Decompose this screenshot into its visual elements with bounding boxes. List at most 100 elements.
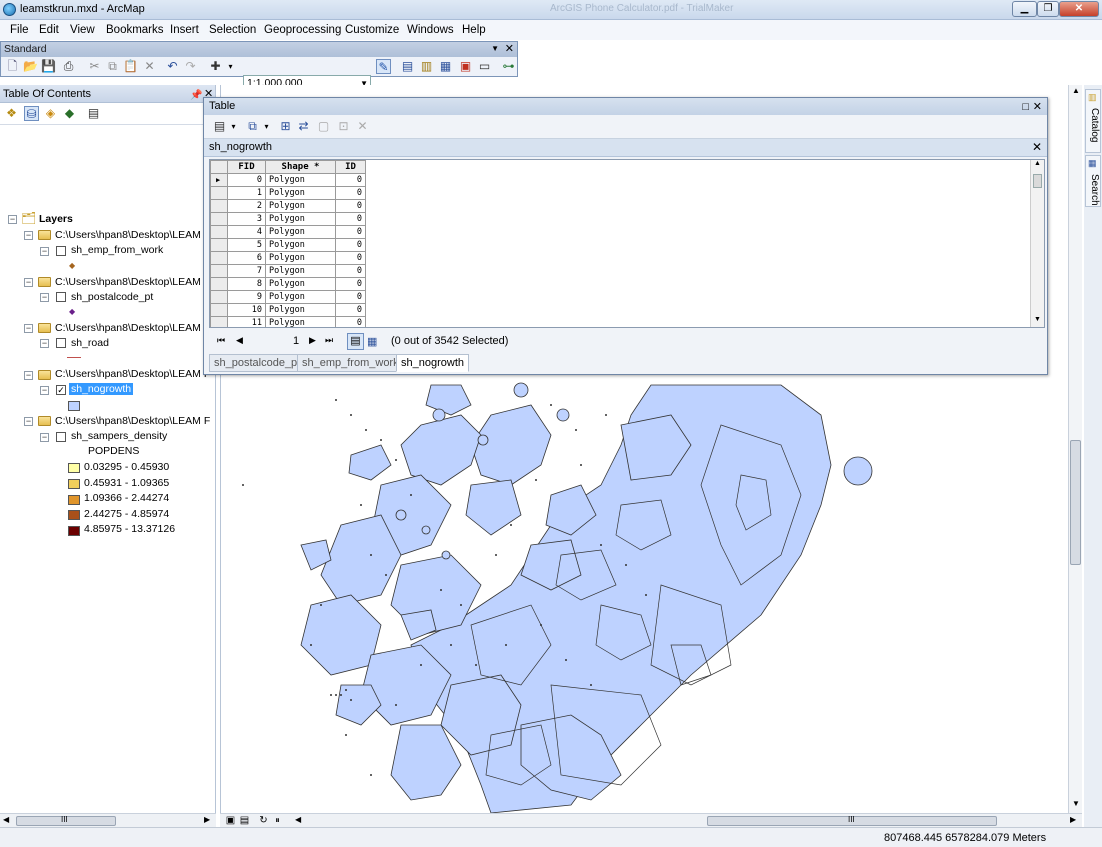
add-data-dropdown-icon[interactable]: ▾ xyxy=(223,59,238,74)
related-tables-icon[interactable]: ⧉ xyxy=(245,119,260,134)
python-window-icon[interactable]: ▭ xyxy=(477,59,492,74)
id-cell[interactable]: 0 xyxy=(335,303,366,317)
fid-cell[interactable]: 4 xyxy=(227,225,266,239)
fid-cell[interactable]: 1 xyxy=(227,186,266,200)
list-by-source-icon[interactable]: ⛁ xyxy=(24,106,39,121)
collapse-group-icon[interactable]: − xyxy=(24,324,33,333)
layer-name-sh-postalcode-pt[interactable]: sh_postalcode_pt xyxy=(71,291,153,303)
scroll-right-icon[interactable]: ▶ xyxy=(1070,815,1076,824)
menu-file[interactable]: File xyxy=(10,24,29,36)
scroll-down-icon[interactable]: ▼ xyxy=(1034,316,1041,323)
catalog-window-icon[interactable]: ▥ xyxy=(419,59,434,74)
table-row[interactable]: 3 Polygon 0 xyxy=(210,212,366,226)
collapse-layer-icon[interactable]: − xyxy=(40,339,49,348)
arctoolbox-icon[interactable]: ▣ xyxy=(458,59,473,74)
layer-visibility-checkbox[interactable] xyxy=(56,432,66,442)
close-window-button[interactable]: ✕ xyxy=(1059,1,1099,17)
next-record-icon[interactable]: ▶ xyxy=(309,335,316,346)
table-row[interactable]: 9 Polygon 0 xyxy=(210,290,366,304)
map-vertical-scrollbar[interactable]: ▲ ▼ xyxy=(1068,85,1082,813)
tab-sh-emp-from-work[interactable]: sh_emp_from_work xyxy=(297,354,404,372)
id-cell[interactable]: 0 xyxy=(335,173,366,187)
id-cell[interactable]: 0 xyxy=(335,238,366,252)
previous-record-icon[interactable]: ◀ xyxy=(236,335,243,346)
row-selector[interactable] xyxy=(210,277,228,291)
open-folder-icon[interactable]: 📂 xyxy=(23,59,38,74)
id-cell[interactable]: 0 xyxy=(335,212,366,226)
row-selector[interactable] xyxy=(210,303,228,317)
data-view-icon[interactable]: ▤ xyxy=(237,813,252,828)
id-cell[interactable]: 0 xyxy=(335,264,366,278)
id-cell[interactable]: 0 xyxy=(335,316,366,327)
save-icon[interactable]: 💾 xyxy=(41,59,56,74)
shape-cell[interactable]: Polygon xyxy=(265,277,336,291)
menu-selection[interactable]: Selection xyxy=(209,24,256,36)
shape-cell[interactable]: Polygon xyxy=(265,251,336,265)
pause-drawing-icon[interactable]: ⏸ xyxy=(270,813,285,828)
table-of-contents-icon[interactable]: ▤ xyxy=(400,59,415,74)
layer-visibility-checkbox[interactable] xyxy=(56,338,66,348)
table-row[interactable]: 5 Polygon 0 xyxy=(210,238,366,252)
list-by-selection-icon[interactable]: ◆ xyxy=(62,106,77,121)
menu-insert[interactable]: Insert xyxy=(170,24,199,36)
last-record-icon[interactable]: ⏭ xyxy=(325,335,333,346)
row-selector[interactable] xyxy=(210,316,228,327)
column-header-shape[interactable]: Shape * xyxy=(265,160,336,174)
toc-horizontal-scrollbar[interactable]: ◀ III ▶ xyxy=(0,813,216,827)
scroll-right-icon[interactable]: ▶ xyxy=(204,815,210,824)
copy-icon[interactable]: ⧉ xyxy=(105,59,120,74)
delete-selected-icon[interactable]: ✕ xyxy=(355,119,370,134)
source-path[interactable]: C:\Users\hpan8\Desktop\LEAM F xyxy=(55,276,210,288)
toc-options-icon[interactable]: ▤ xyxy=(86,106,101,121)
scroll-up-icon[interactable]: ▲ xyxy=(1072,86,1080,95)
new-document-icon[interactable]: 🗋 xyxy=(5,59,20,74)
grid-vertical-scrollbar[interactable]: ▲ ▼ xyxy=(1030,160,1044,327)
shape-cell[interactable]: Polygon xyxy=(265,173,336,187)
cut-icon[interactable]: ✂ xyxy=(87,59,102,74)
maximize-button[interactable]: ❐ xyxy=(1037,1,1059,17)
collapse-layer-icon[interactable]: − xyxy=(40,247,49,256)
shape-cell[interactable]: Polygon xyxy=(265,212,336,226)
scroll-left-icon[interactable]: ◀ xyxy=(3,815,9,824)
id-cell[interactable]: 0 xyxy=(335,186,366,200)
fid-cell[interactable]: 11 xyxy=(227,316,266,327)
collapse-layer-icon[interactable]: − xyxy=(40,293,49,302)
show-all-records-icon[interactable]: ▤ xyxy=(347,333,364,350)
fid-cell[interactable]: 3 xyxy=(227,212,266,226)
row-selector[interactable] xyxy=(210,199,228,213)
first-record-icon[interactable]: ⏮ xyxy=(217,335,225,346)
layer-name-sh-road[interactable]: sh_road xyxy=(71,337,109,349)
search-window-icon[interactable]: ▦ xyxy=(438,59,453,74)
list-by-visibility-icon[interactable]: ◈ xyxy=(43,106,58,121)
close-table-tab-icon[interactable]: ✕ xyxy=(1032,139,1042,156)
collapse-group-icon[interactable]: − xyxy=(24,371,33,380)
list-by-drawing-order-icon[interactable]: ❖ xyxy=(4,106,19,121)
scrollbar-thumb[interactable] xyxy=(1070,440,1081,565)
shape-cell[interactable]: Polygon xyxy=(265,238,336,252)
table-options-icon[interactable]: ▤ xyxy=(212,119,227,134)
fid-cell[interactable]: 2 xyxy=(227,199,266,213)
editor-toolbar-icon[interactable]: ✎ xyxy=(376,59,391,74)
switch-selection-icon[interactable]: ⇄ xyxy=(296,119,311,134)
map-horizontal-scrollbar[interactable]: ▣ ▤ ↻ ⏸ ◀ III ▶ xyxy=(220,813,1082,827)
delete-icon[interactable]: ✕ xyxy=(142,59,157,74)
row-selector[interactable] xyxy=(210,264,228,278)
search-tab[interactable]: ▦ Search xyxy=(1085,155,1101,207)
column-header-id[interactable]: ID xyxy=(335,160,366,174)
menu-view[interactable]: View xyxy=(70,24,95,36)
id-cell[interactable]: 0 xyxy=(335,277,366,291)
table-row[interactable]: 1 Polygon 0 xyxy=(210,186,366,200)
undo-icon[interactable]: ↶ xyxy=(165,59,180,74)
menu-edit[interactable]: Edit xyxy=(39,24,59,36)
print-icon[interactable]: ⎙ xyxy=(61,59,76,74)
shape-cell[interactable]: Polygon xyxy=(265,199,336,213)
catalog-tab[interactable]: ▥ Catalog xyxy=(1085,89,1101,153)
tab-sh-nogrowth[interactable]: sh_nogrowth xyxy=(396,354,469,372)
shape-cell[interactable]: Polygon xyxy=(265,316,336,327)
collapse-group-icon[interactable]: − xyxy=(24,278,33,287)
menu-bookmarks[interactable]: Bookmarks xyxy=(106,24,164,36)
scrollbar-thumb[interactable]: III xyxy=(16,815,116,826)
model-builder-icon[interactable]: ⊶ xyxy=(501,59,516,74)
shape-cell[interactable]: Polygon xyxy=(265,303,336,317)
column-header-fid[interactable]: FID xyxy=(227,160,266,174)
